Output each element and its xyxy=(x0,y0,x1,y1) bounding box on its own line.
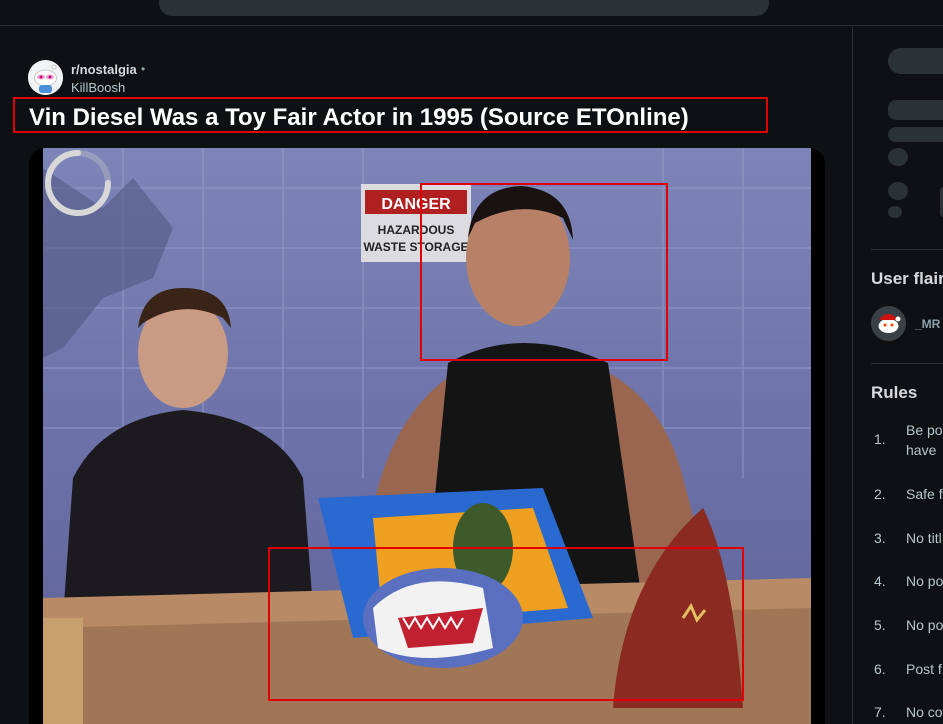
snoo-santa-icon xyxy=(871,306,906,341)
sidebar-divider xyxy=(871,249,943,250)
search-input[interactable] xyxy=(159,0,769,16)
top-header xyxy=(0,0,943,26)
flair-avatar xyxy=(871,306,906,341)
rules-heading: Rules xyxy=(871,383,918,402)
subreddit-avatar[interactable] xyxy=(28,60,63,95)
author-link[interactable]: KillBoosh xyxy=(71,80,125,95)
meta-separator: • xyxy=(141,62,146,76)
skeleton-dot xyxy=(888,148,908,166)
face-highlight-box xyxy=(420,183,668,361)
skeleton-button xyxy=(888,48,943,74)
post-title: Vin Diesel Was a Toy Fair Actor in 1995 … xyxy=(29,104,689,131)
skeleton-line xyxy=(888,100,943,120)
skeleton-dot xyxy=(888,182,908,200)
title-highlight-box: Vin Diesel Was a Toy Fair Actor in 1995 … xyxy=(13,97,768,133)
subreddit-link[interactable]: r/nostalgia xyxy=(71,62,137,77)
skeleton-dot xyxy=(888,206,902,218)
loading-spinner-icon xyxy=(45,150,111,216)
flair-username[interactable]: _MR xyxy=(915,317,940,331)
skeleton-line xyxy=(888,127,943,142)
snoo-icon xyxy=(28,60,63,95)
right-sidebar: User flair _MR Rules 1. Be po have 2. Sa… xyxy=(853,27,943,724)
toy-highlight-box xyxy=(268,547,744,701)
user-flair-heading: User flair xyxy=(871,269,943,288)
sidebar-divider xyxy=(871,363,943,364)
